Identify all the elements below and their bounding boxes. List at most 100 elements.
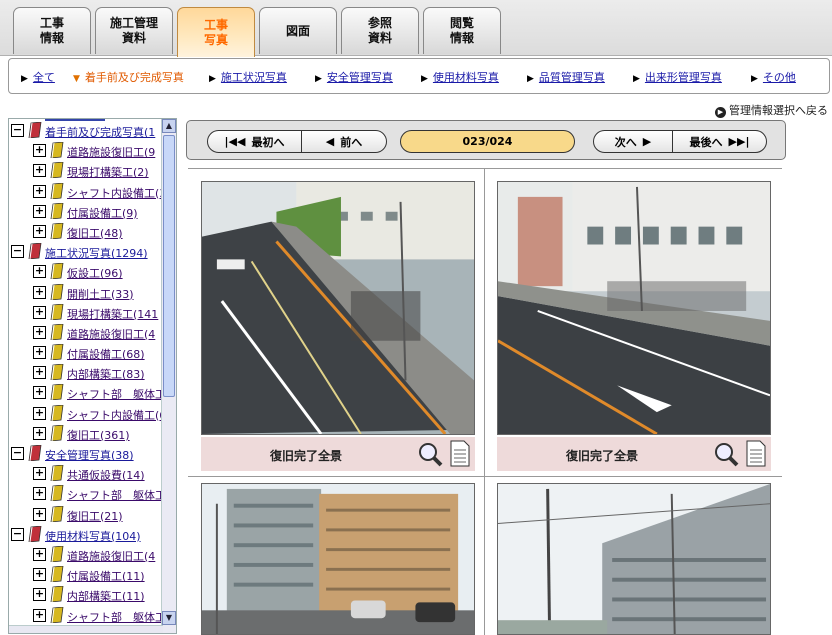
tree-group-node[interactable]: − 施工状況写真(1294) xyxy=(11,242,163,262)
tree-item-node[interactable]: + 付属設備工(11) xyxy=(11,565,163,585)
tree-vertical-scrollbar[interactable]: ▲ ▼ xyxy=(161,119,176,633)
expand-icon[interactable]: + xyxy=(33,487,46,501)
tab-reference-docs[interactable]: 参照 資料 xyxy=(341,7,419,54)
tree-node-label[interactable]: 施工状況写真(1294) xyxy=(45,245,148,261)
photo-thumbnail-buildings-2[interactable] xyxy=(497,483,771,635)
tree-node-label[interactable]: 現場打構築工(2) xyxy=(67,164,149,180)
photo-thumbnail-road-2[interactable] xyxy=(497,181,771,435)
tree-item-node[interactable]: + 仮設工(96) xyxy=(11,262,163,282)
tree-item-node[interactable]: + 現場打構築工(2) xyxy=(11,161,163,181)
tree-node-label[interactable]: 現場打構築工(141 xyxy=(67,306,158,322)
tree-node-label[interactable]: 復旧工(21) xyxy=(67,508,123,524)
tree-node-label[interactable]: 復旧工(48) xyxy=(67,225,123,241)
tree-node-label[interactable]: 着手前及び完成写真(1 xyxy=(45,124,155,140)
expand-icon[interactable]: + xyxy=(33,406,46,420)
tree-item-node[interactable]: + 道路施設復旧工(4 xyxy=(11,323,163,343)
tree-item-node[interactable]: + シャフト内設備工(3 xyxy=(11,182,166,202)
last-page-button[interactable]: 最後へ ▶▶| xyxy=(672,130,767,153)
prev-page-button[interactable]: ◀ 前へ xyxy=(301,130,387,153)
back-to-management-link[interactable]: ▶ 管理情報選択へ戻る xyxy=(715,102,828,118)
tree-item-node[interactable]: + 復旧工(21) xyxy=(11,505,163,525)
tree-item-node[interactable]: + 道路施設復旧工(9 xyxy=(11,141,163,161)
tree-item-node[interactable]: + シャフト部 躯体工 xyxy=(11,606,166,626)
expand-icon[interactable]: + xyxy=(33,204,46,218)
tree-node-label[interactable]: 復旧工(361) xyxy=(67,427,130,443)
tab-drawings[interactable]: 図面 xyxy=(259,7,337,54)
expand-icon[interactable]: + xyxy=(33,467,46,481)
tree-item-node[interactable]: + 共通仮設費(14) xyxy=(11,464,163,484)
expand-icon[interactable]: + xyxy=(33,285,46,299)
expand-icon[interactable]: + xyxy=(33,507,46,521)
expand-icon[interactable]: + xyxy=(33,366,46,380)
tab-construction-info[interactable]: 工事 情報 xyxy=(13,7,91,54)
tree-item-node[interactable]: + 復旧工(361) xyxy=(11,424,163,444)
scroll-down-arrow-icon[interactable]: ▼ xyxy=(162,611,176,625)
subnav-safety[interactable]: ▶ 安全管理写真 xyxy=(315,69,393,85)
magnifier-icon[interactable] xyxy=(713,441,739,467)
subnav-as-built[interactable]: ▶ 出来形管理写真 xyxy=(633,69,722,85)
collapse-icon[interactable]: − xyxy=(11,245,24,259)
expand-icon[interactable]: + xyxy=(33,426,46,440)
subnav-all[interactable]: ▶ 全て xyxy=(21,69,55,85)
expand-icon[interactable]: + xyxy=(33,325,46,339)
collapse-icon[interactable]: − xyxy=(11,124,24,137)
expand-icon[interactable]: + xyxy=(33,224,46,238)
scroll-thumb[interactable] xyxy=(163,135,175,397)
tree-node-label[interactable]: シャフト部 躯体工 xyxy=(67,609,166,625)
tree-node-label[interactable]: 道路施設復旧工(4 xyxy=(67,326,155,342)
magnifier-icon[interactable] xyxy=(417,441,443,467)
tree-group-node[interactable]: − 着手前及び完成写真(1 xyxy=(11,121,163,141)
tree-group-node[interactable]: − 安全管理写真(38) xyxy=(11,444,163,464)
tree-node-label[interactable]: シャフト部 躯体工 xyxy=(67,487,166,503)
tree-item-node[interactable]: + 内部構築工(83) xyxy=(11,363,163,383)
expand-icon[interactable]: + xyxy=(33,164,46,178)
tree-item-node[interactable]: + 付属設備工(9) xyxy=(11,202,163,222)
expand-icon[interactable]: + xyxy=(33,568,46,582)
photo-thumbnail-buildings-1[interactable] xyxy=(201,483,475,635)
tree-node-label[interactable]: 内部構築工(11) xyxy=(67,588,145,604)
tree-node-label[interactable]: シャフト内設備工(6 xyxy=(67,407,166,423)
tree-node-label[interactable]: 開削土工(33) xyxy=(67,286,134,302)
tree-node-label[interactable]: 付属設備工(68) xyxy=(67,346,145,362)
tree-horizontal-scrollbar[interactable] xyxy=(9,625,163,633)
tab-browse-info[interactable]: 閲覧 情報 xyxy=(423,7,501,54)
tab-construction-docs[interactable]: 施工管理 資料 xyxy=(95,7,173,54)
subnav-other[interactable]: ▶ その他 xyxy=(751,69,796,85)
tree-item-node[interactable]: + 内部構築工(11) xyxy=(11,585,163,605)
tree-item-node[interactable]: + 道路施設復旧工(4 xyxy=(11,545,163,565)
expand-icon[interactable]: + xyxy=(33,346,46,360)
tree-node-label[interactable]: 道路施設復旧工(9 xyxy=(67,144,155,160)
tree-item-node[interactable]: + 開削土工(33) xyxy=(11,283,163,303)
expand-icon[interactable]: + xyxy=(33,547,46,561)
document-icon[interactable] xyxy=(746,440,766,467)
subnav-quality[interactable]: ▶ 品質管理写真 xyxy=(527,69,605,85)
expand-icon[interactable]: + xyxy=(33,144,46,158)
tree-node-label[interactable]: 付属設備工(9) xyxy=(67,205,138,221)
tree-node-label[interactable]: 道路施設復旧工(4 xyxy=(67,548,155,564)
tree-item-node[interactable]: + 付属設備工(68) xyxy=(11,343,163,363)
tree-item-node[interactable]: + シャフト内設備工(6 xyxy=(11,404,166,424)
tree-item-node[interactable]: + シャフト部 躯体工 xyxy=(11,383,166,403)
expand-icon[interactable]: + xyxy=(33,386,46,400)
expand-icon[interactable]: + xyxy=(33,608,46,622)
next-page-button[interactable]: 次へ ▶ xyxy=(593,130,673,153)
photo-thumbnail-road-1[interactable] xyxy=(201,181,475,435)
tree-node-label[interactable]: 仮設工(96) xyxy=(67,265,123,281)
subnav-before-after[interactable]: ▼ 着手前及び完成写真 xyxy=(73,69,184,85)
subnav-construction-status[interactable]: ▶ 施工状況写真 xyxy=(209,69,287,85)
tree-node-label[interactable]: シャフト内設備工(3 xyxy=(67,185,166,201)
expand-icon[interactable]: + xyxy=(33,588,46,602)
expand-icon[interactable]: + xyxy=(33,184,46,198)
first-page-button[interactable]: |◀◀ 最初へ xyxy=(207,130,302,153)
subnav-materials[interactable]: ▶ 使用材料写真 xyxy=(421,69,499,85)
collapse-icon[interactable]: − xyxy=(11,527,24,541)
tree-node-label[interactable]: 使用材料写真(104) xyxy=(45,528,141,544)
document-icon[interactable] xyxy=(450,440,470,467)
tree-node-label[interactable]: 付属設備工(11) xyxy=(67,568,145,584)
expand-icon[interactable]: + xyxy=(33,305,46,319)
tree-group-node[interactable]: − 使用材料写真(104) xyxy=(11,525,163,545)
expand-icon[interactable]: + xyxy=(33,265,46,279)
scroll-up-arrow-icon[interactable]: ▲ xyxy=(162,119,176,133)
collapse-icon[interactable]: − xyxy=(11,447,24,460)
tree-node-label[interactable]: 内部構築工(83) xyxy=(67,366,145,382)
